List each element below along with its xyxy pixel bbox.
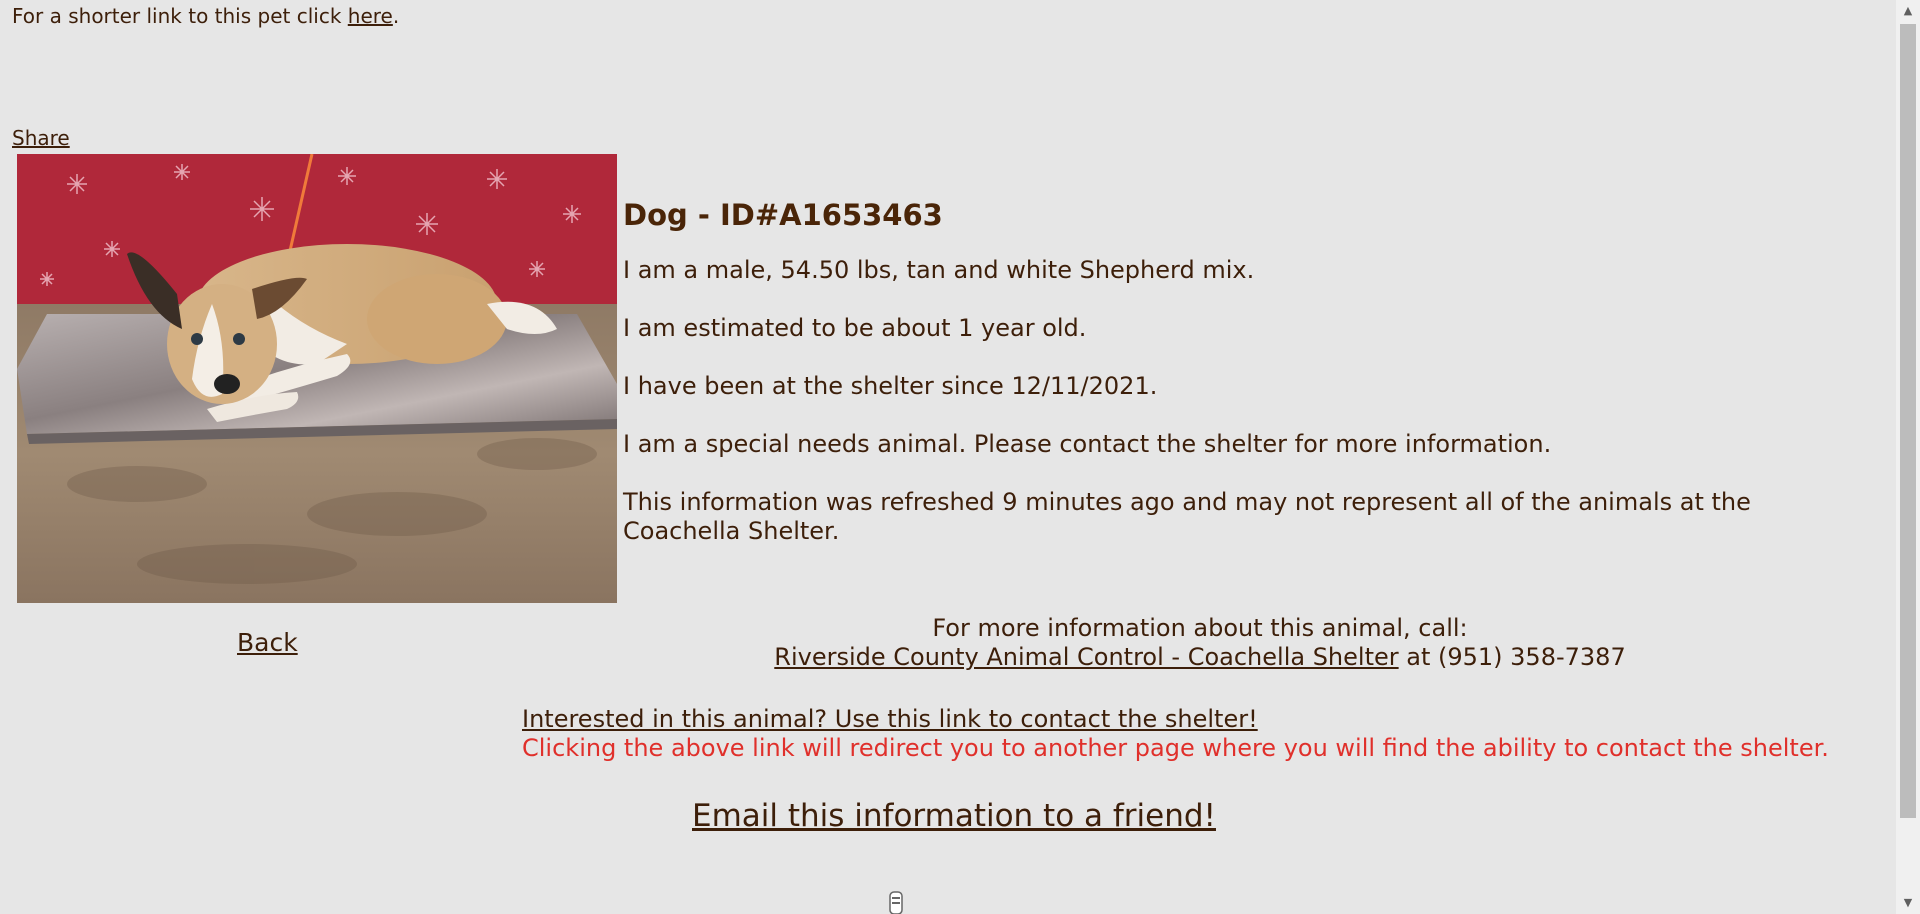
contact-shelter-link[interactable]: Interested in this animal? Use this link… <box>522 705 1258 733</box>
animal-info: Dog - ID#A1653463 I am a male, 54.50 lbs… <box>623 198 1823 575</box>
share-link[interactable]: Share <box>12 126 70 150</box>
short-link-line: For a shorter link to this pet click her… <box>12 4 399 28</box>
shelter-name-link[interactable]: Riverside County Animal Control - Coache… <box>774 643 1398 671</box>
vertical-scrollbar[interactable]: ▲ ▼ <box>1896 0 1920 914</box>
partial-logo-icon <box>886 888 906 914</box>
animal-age: I am estimated to be about 1 year old. <box>623 314 1087 342</box>
animal-description: I am a male, 54.50 lbs, tan and white Sh… <box>623 256 1255 284</box>
more-info-block: For more information about this animal, … <box>520 614 1880 672</box>
animal-intake-date: I have been at the shelter since 12/11/2… <box>623 372 1158 400</box>
pet-photo <box>17 154 617 603</box>
more-info-call-text: For more information about this animal, … <box>932 614 1468 642</box>
back-link[interactable]: Back <box>237 628 298 657</box>
more-info-shelter-line: Riverside County Animal Control - Coache… <box>520 643 1880 672</box>
scroll-thumb[interactable] <box>1900 24 1916 818</box>
scroll-down-arrow-icon[interactable]: ▼ <box>1896 892 1920 914</box>
animal-special-needs: I am a special needs animal. Please cont… <box>623 430 1552 458</box>
short-link-prefix: For a shorter link to this pet click <box>12 4 348 28</box>
scroll-up-arrow-icon[interactable]: ▲ <box>1896 0 1920 22</box>
contact-block: Interested in this animal? Use this link… <box>522 705 1829 763</box>
short-link-suffix: . <box>392 4 400 28</box>
shelter-phone-text: at (951) 358-7387 <box>1398 643 1626 671</box>
pet-detail-page: For a shorter link to this pet click her… <box>0 0 1920 914</box>
refresh-note: This information was refreshed 9 minutes… <box>623 488 1751 545</box>
contact-redirect-note: Clicking the above link will redirect yo… <box>522 734 1829 762</box>
email-friend-link[interactable]: Email this information to a friend! <box>692 798 1216 834</box>
short-link-here[interactable]: here <box>348 4 393 28</box>
animal-title: Dog - ID#A1653463 <box>623 198 943 232</box>
